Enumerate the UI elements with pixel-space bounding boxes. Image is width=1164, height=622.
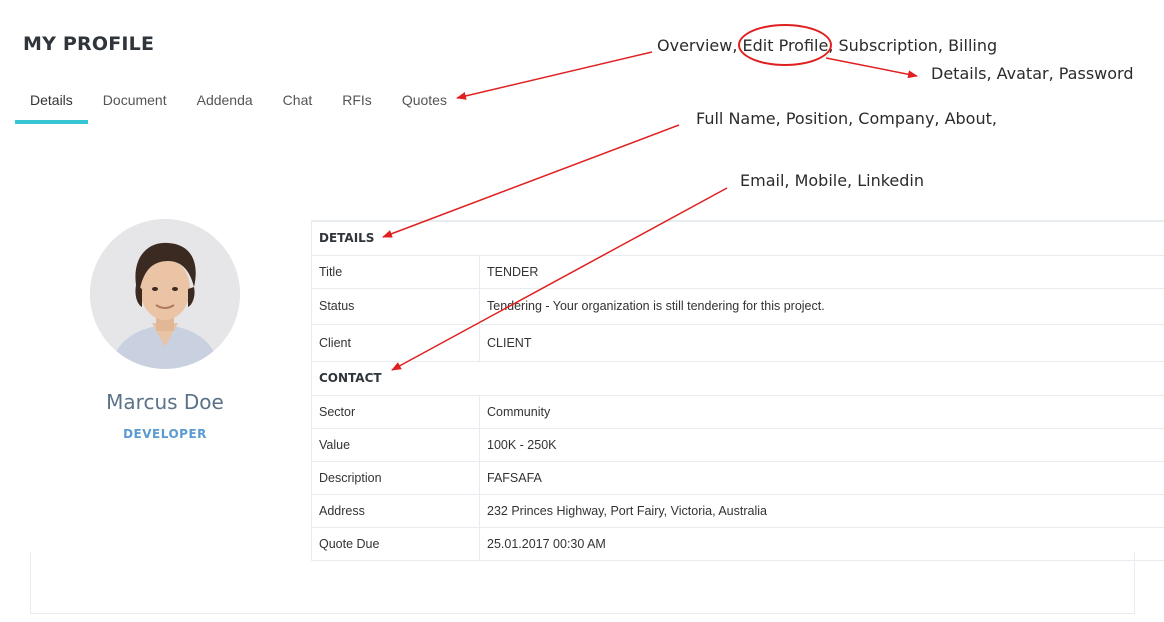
- avatar-photo-icon: [90, 219, 240, 369]
- row-label: Address: [311, 494, 480, 528]
- tab-quotes[interactable]: Quotes: [387, 80, 462, 124]
- table-row: Title TENDER: [311, 255, 1164, 289]
- table-row: Status Tendering - Your organization is …: [311, 288, 1164, 325]
- table-row: Value 100K - 250K: [311, 428, 1164, 462]
- table-row: Description FAFSAFA: [311, 461, 1164, 495]
- row-label: Description: [311, 461, 480, 495]
- annotation-fields-line2: Email, Mobile, Linkedin: [740, 171, 924, 190]
- row-label: Value: [311, 428, 480, 462]
- row-value: FAFSAFA: [479, 461, 1164, 495]
- annotation-edit-profile-sub: Details, Avatar, Password: [931, 64, 1134, 83]
- row-label: Sector: [311, 395, 480, 429]
- annotation-circle: [738, 24, 832, 66]
- annotation-fields-line1: Full Name, Position, Company, About,: [696, 109, 997, 128]
- tab-details[interactable]: Details: [15, 80, 88, 124]
- table-row: Address 232 Princes Highway, Port Fairy,…: [311, 494, 1164, 528]
- row-value: 232 Princes Highway, Port Fairy, Victori…: [479, 494, 1164, 528]
- arrow-to-edit-profile-sub: [825, 57, 918, 79]
- tab-chat[interactable]: Chat: [268, 80, 328, 124]
- row-value: Community: [479, 395, 1164, 429]
- tab-rfis[interactable]: RFIs: [327, 80, 387, 124]
- row-label: Title: [311, 255, 480, 289]
- row-value: 100K - 250K: [479, 428, 1164, 462]
- profile-role: DEVELOPER: [123, 427, 207, 441]
- tab-document[interactable]: Document: [88, 80, 182, 124]
- profile-name: Marcus Doe: [106, 390, 224, 414]
- lower-panel: [30, 552, 1135, 614]
- arrow-to-quotes-tab: [456, 51, 653, 100]
- row-value: TENDER: [479, 255, 1164, 289]
- section-header-details: DETAILS: [311, 221, 1164, 256]
- row-value: CLIENT: [479, 324, 1164, 362]
- section-header-contact: CONTACT: [311, 361, 1164, 396]
- tab-addenda[interactable]: Addenda: [182, 80, 268, 124]
- section-title: DETAILS: [311, 221, 1164, 256]
- table-row: Client CLIENT: [311, 324, 1164, 362]
- table-row: Sector Community: [311, 395, 1164, 429]
- row-label: Client: [311, 324, 480, 362]
- avatar: [90, 219, 240, 369]
- details-table: DETAILS Title TENDER Status Tendering - …: [311, 220, 1164, 561]
- section-title: CONTACT: [311, 361, 1164, 396]
- row-value: Tendering - Your organization is still t…: [479, 288, 1164, 325]
- profile-tabs: Details Document Addenda Chat RFIs Quote…: [15, 80, 462, 124]
- row-label: Status: [311, 288, 480, 325]
- page-title: MY PROFILE: [23, 33, 155, 55]
